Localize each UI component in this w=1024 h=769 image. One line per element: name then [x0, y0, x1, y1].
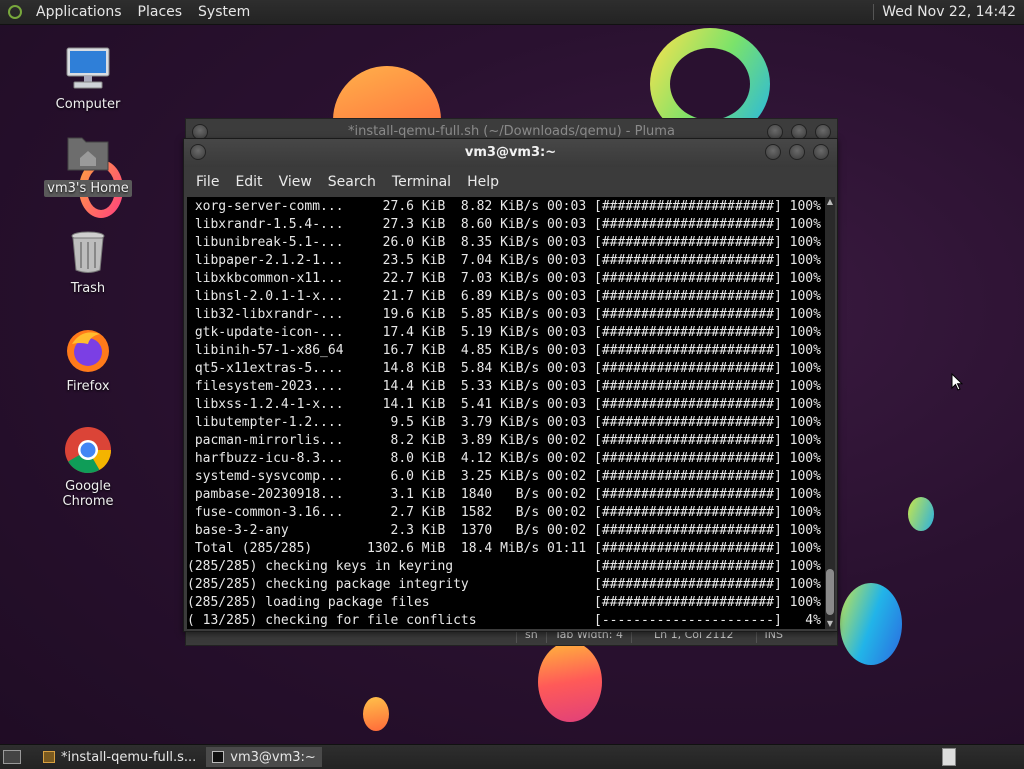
terminal-text: xorg-server-comm... 27.6 KiB 8.82 KiB/s …	[187, 199, 821, 628]
home-folder-icon	[64, 128, 112, 176]
places-menu[interactable]: Places	[130, 4, 191, 20]
desktop-icon-firefox[interactable]: Firefox	[38, 326, 138, 395]
chrome-icon	[64, 426, 112, 474]
distro-logo-icon[interactable]	[8, 5, 22, 19]
desktop-icon-label: vm3's Home	[44, 180, 132, 197]
desktop-icon-label: Trash	[70, 281, 106, 296]
terminal-window[interactable]: vm3@vm3:~ File Edit View Search Terminal…	[183, 138, 838, 632]
scrollbar-thumb[interactable]	[826, 569, 834, 615]
menu-search[interactable]: Search	[320, 174, 384, 190]
show-desktop-icon[interactable]	[3, 750, 21, 764]
scroll-down-icon[interactable]: ▼	[826, 620, 834, 628]
menu-file[interactable]: File	[188, 174, 227, 190]
scroll-up-icon[interactable]: ▲	[826, 198, 834, 206]
menu-terminal[interactable]: Terminal	[384, 174, 459, 190]
taskbar-item-label: vm3@vm3:~	[230, 749, 316, 765]
maximize-icon[interactable]	[789, 144, 805, 160]
desktop-icon-label: Firefox	[66, 379, 110, 394]
taskbar-item-terminal[interactable]: vm3@vm3:~	[206, 747, 322, 767]
mouse-cursor-icon	[951, 373, 963, 391]
wallpaper-orb	[908, 497, 934, 531]
window-menu-icon[interactable]	[190, 144, 206, 160]
taskbar-item-pluma[interactable]: *install-qemu-full.s...	[37, 747, 202, 767]
terminal-title: vm3@vm3:~	[464, 145, 557, 160]
menu-view[interactable]: View	[271, 174, 320, 190]
desktop-icon-label: Computer	[55, 97, 121, 112]
text-editor-icon	[43, 751, 55, 763]
computer-icon	[64, 44, 112, 92]
applications-menu[interactable]: Applications	[28, 4, 130, 20]
minimize-icon[interactable]	[765, 144, 781, 160]
trash-icon	[64, 228, 112, 276]
wallpaper-orb	[840, 583, 902, 665]
terminal-output[interactable]: xorg-server-comm... 27.6 KiB 8.82 KiB/s …	[187, 197, 826, 629]
desktop-icon-chrome[interactable]: Google Chrome	[38, 426, 138, 510]
clock[interactable]: Wed Nov 22, 14:42	[873, 4, 1024, 20]
desktop-icon-label: Google Chrome	[62, 479, 114, 509]
menu-edit[interactable]: Edit	[227, 174, 270, 190]
desktop-icon-home[interactable]: vm3's Home	[38, 128, 138, 197]
system-menu[interactable]: System	[190, 4, 258, 20]
desktop-icon-trash[interactable]: Trash	[38, 228, 138, 297]
close-icon[interactable]	[813, 144, 829, 160]
top-panel: Applications Places System Wed Nov 22, 1…	[0, 0, 1024, 25]
terminal-icon	[212, 751, 225, 763]
menu-help[interactable]: Help	[459, 174, 507, 190]
taskbar-item-label: *install-qemu-full.s...	[61, 749, 197, 765]
bottom-panel: *install-qemu-full.s... vm3@vm3:~	[0, 744, 1024, 769]
terminal-scrollbar[interactable]: ▲ ▼	[825, 197, 835, 629]
terminal-menubar: File Edit View Search Terminal Help	[184, 167, 837, 197]
terminal-titlebar[interactable]: vm3@vm3:~	[184, 139, 837, 167]
desktop-icon-computer[interactable]: Computer	[38, 44, 138, 113]
firefox-icon	[64, 326, 112, 374]
workspace-switcher[interactable]	[942, 748, 956, 766]
wallpaper-orb	[363, 697, 389, 731]
wallpaper-orb	[538, 642, 602, 722]
